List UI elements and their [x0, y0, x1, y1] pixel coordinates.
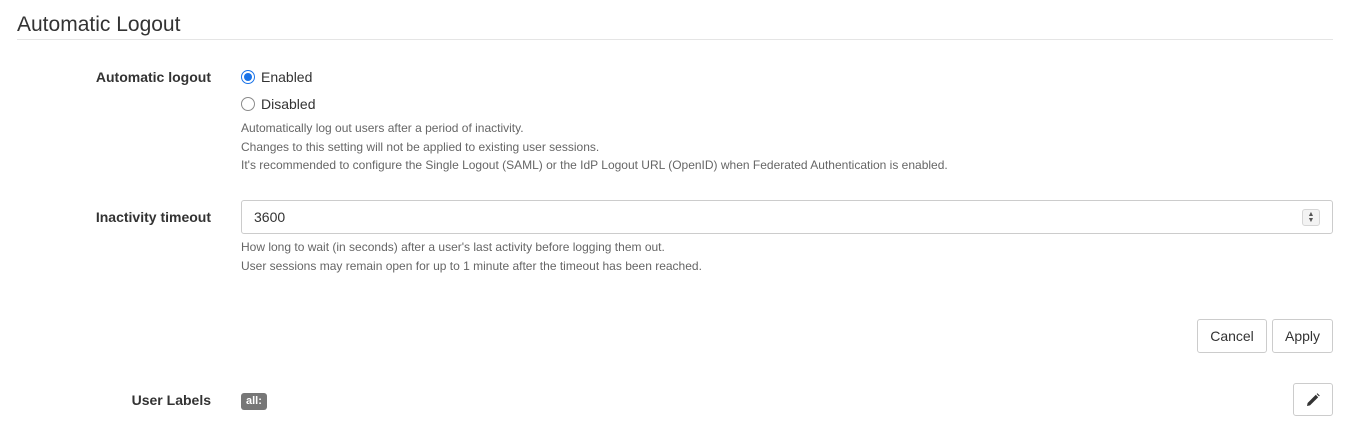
user-labels-label: User Labels — [131, 392, 211, 408]
pencil-icon — [1307, 392, 1320, 406]
chevron-down-icon[interactable]: ▼ — [1308, 217, 1315, 224]
inactivity-timeout-input[interactable] — [242, 202, 1282, 232]
apply-button[interactable]: Apply — [1272, 319, 1333, 353]
edit-user-labels-button[interactable] — [1293, 383, 1333, 416]
help-line: How long to wait (in seconds) after a us… — [241, 240, 665, 254]
user-label-badge: all: — [241, 393, 267, 410]
radio-enabled-indicator[interactable] — [241, 70, 255, 84]
section-title: Automatic Logout — [17, 13, 181, 36]
automatic-logout-label: Automatic logout — [95, 69, 211, 85]
radio-disabled-label: Disabled — [261, 96, 316, 112]
automatic-logout-settings-page: Automatic Logout Automatic logout Enable… — [0, 0, 1348, 431]
cancel-button[interactable]: Cancel — [1197, 319, 1267, 353]
inactivity-timeout-help: How long to wait (in seconds) after a us… — [241, 238, 702, 275]
radio-disabled-indicator[interactable] — [241, 97, 255, 111]
help-line: It's recommended to configure the Single… — [241, 158, 948, 172]
help-line: Changes to this setting will not be appl… — [241, 139, 600, 154]
help-line: User sessions may remain open for up to … — [241, 258, 702, 273]
inactivity-timeout-label: Inactivity timeout — [95, 209, 211, 225]
radio-enabled-label: Enabled — [261, 69, 313, 85]
help-line: Automatically log out users after a peri… — [241, 121, 524, 135]
automatic-logout-help: Automatically log out users after a peri… — [241, 119, 948, 175]
radio-enabled[interactable]: Enabled — [241, 69, 312, 85]
title-divider — [17, 39, 1333, 40]
inactivity-timeout-field[interactable]: ▲ ▼ — [241, 200, 1333, 234]
radio-disabled[interactable]: Disabled — [241, 96, 315, 112]
number-stepper[interactable]: ▲ ▼ — [1302, 209, 1320, 226]
